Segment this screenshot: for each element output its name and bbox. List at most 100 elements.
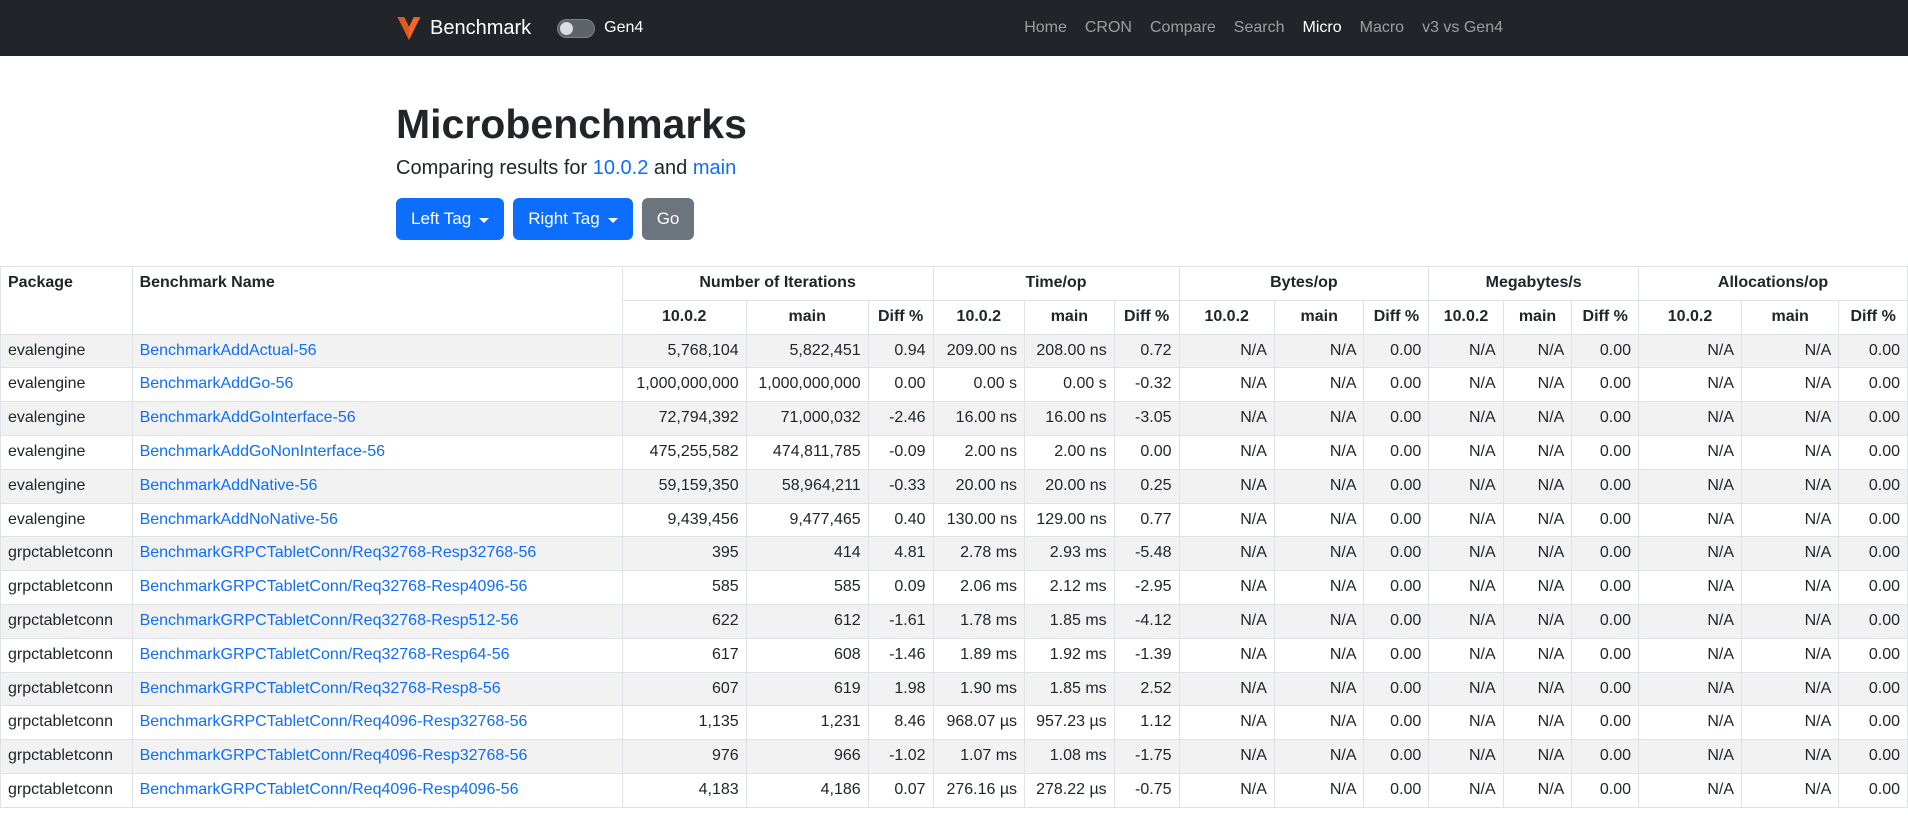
benchmark-link[interactable]: BenchmarkGRPCTabletConn/Req32768-Resp64-…	[140, 646, 510, 663]
value-cell: 622	[621, 603, 747, 639]
value-cell: N/A	[1502, 401, 1573, 436]
right-tag-dropdown-button[interactable]: Right Tag	[513, 198, 633, 240]
value-cell: N/A	[1178, 502, 1275, 538]
benchmark-link[interactable]: BenchmarkAddNative-56	[140, 477, 318, 494]
value-cell: 0.00	[1838, 637, 1908, 673]
value-cell: 0.00	[1363, 333, 1430, 369]
brand-link[interactable]: Benchmark	[396, 15, 531, 41]
benchmark-name-cell: BenchmarkGRPCTabletConn/Req4096-Resp3276…	[131, 739, 623, 774]
package-cell: evalengine	[0, 401, 133, 436]
value-cell: 2.00 ns	[932, 434, 1026, 470]
value-cell: 1.78 ms	[932, 603, 1026, 639]
value-cell: 5,768,104	[621, 333, 747, 369]
page-title: Microbenchmarks	[396, 101, 747, 147]
nav-link-v3-vs-gen4[interactable]: v3 vs Gen4	[1413, 11, 1512, 44]
nav-link-micro[interactable]: Micro	[1294, 11, 1351, 44]
value-cell: N/A	[1428, 434, 1504, 470]
table-body: evalengine BenchmarkAddActual-56 5,768,104…	[0, 333, 1908, 808]
value-cell: 2.52	[1113, 671, 1180, 707]
value-cell: N/A	[1428, 401, 1504, 436]
value-cell: N/A	[1428, 603, 1504, 639]
sub-header-0-2: Diff %	[867, 299, 934, 335]
value-cell: N/A	[1502, 468, 1573, 504]
value-cell: N/A	[1741, 772, 1840, 808]
value-cell: N/A	[1273, 739, 1365, 774]
table-row: grpctabletconn BenchmarkGRPCTabletConn/Re…	[0, 739, 1908, 774]
sub-header-1-1: main	[1024, 299, 1115, 335]
value-cell: N/A	[1741, 536, 1840, 572]
value-cell: 0.00	[1571, 434, 1640, 470]
value-cell: N/A	[1428, 671, 1504, 707]
value-cell: 0.00	[1571, 705, 1640, 741]
value-cell: 0.00	[1363, 401, 1430, 436]
table-row: evalengine BenchmarkAddGoNonInterface-56 4…	[0, 434, 1908, 470]
value-cell: 278.22 µs	[1024, 772, 1115, 808]
value-cell: 0.00	[1363, 468, 1430, 504]
value-cell: -1.39	[1113, 637, 1180, 673]
value-cell: N/A	[1741, 367, 1840, 403]
benchmark-link[interactable]: BenchmarkAddGoInterface-56	[140, 409, 356, 426]
value-cell: N/A	[1178, 570, 1275, 605]
nav-link-cron[interactable]: CRON	[1076, 11, 1141, 44]
value-cell: N/A	[1638, 637, 1743, 673]
table-row: grpctabletconn BenchmarkGRPCTabletConn/Re…	[0, 705, 1908, 741]
nav-link-macro[interactable]: Macro	[1351, 11, 1413, 44]
value-cell: -2.46	[867, 401, 934, 436]
value-cell: N/A	[1178, 401, 1275, 436]
table-row: grpctabletconn BenchmarkGRPCTabletConn/Re…	[0, 603, 1908, 639]
benchmark-link[interactable]: BenchmarkGRPCTabletConn/Req32768-Resp512…	[140, 612, 519, 629]
go-button[interactable]: Go	[641, 198, 695, 240]
package-cell: grpctabletconn	[0, 536, 133, 572]
value-cell: 0.00	[1838, 536, 1908, 572]
right-tag-link[interactable]: main	[693, 157, 736, 179]
benchmark-link[interactable]: BenchmarkAddGoNonInterface-56	[140, 443, 385, 460]
value-cell: -4.12	[1113, 603, 1180, 639]
vitess-logo-icon	[396, 15, 422, 41]
value-cell: 0.00	[1838, 367, 1908, 403]
value-cell: 0.00	[1571, 367, 1640, 403]
value-cell: 208.00 ns	[1024, 333, 1115, 369]
value-cell: 0.94	[867, 333, 934, 369]
benchmark-link[interactable]: BenchmarkAddNoNative-56	[140, 511, 338, 528]
nav-link-search[interactable]: Search	[1225, 11, 1294, 44]
nav-link-compare[interactable]: Compare	[1141, 11, 1225, 44]
benchmark-link[interactable]: BenchmarkGRPCTabletConn/Req32768-Resp327…	[140, 544, 537, 561]
value-cell: N/A	[1502, 536, 1573, 572]
value-cell: 129.00 ns	[1024, 502, 1115, 538]
benchmark-link[interactable]: BenchmarkGRPCTabletConn/Req4096-Resp3276…	[140, 747, 528, 764]
value-cell: N/A	[1638, 536, 1743, 572]
value-cell: 71,000,032	[745, 401, 869, 436]
value-cell: 0.00	[1571, 333, 1640, 369]
value-cell: N/A	[1741, 401, 1840, 436]
sub-header-1-2: Diff %	[1113, 299, 1180, 335]
benchmark-link[interactable]: BenchmarkGRPCTabletConn/Req32768-Resp409…	[140, 578, 528, 595]
gen4-toggle-label: Gen4	[604, 19, 644, 36]
package-cell: grpctabletconn	[0, 671, 133, 707]
left-tag-link[interactable]: 10.0.2	[593, 157, 649, 179]
value-cell: 0.00	[1838, 705, 1908, 741]
value-cell: N/A	[1273, 468, 1365, 504]
value-cell: -0.32	[1113, 367, 1180, 403]
value-cell: 0.00	[1363, 739, 1430, 774]
value-cell: N/A	[1638, 367, 1743, 403]
value-cell: 1.08 ms	[1024, 739, 1115, 774]
value-cell: 5,822,451	[745, 333, 869, 369]
value-cell: N/A	[1273, 637, 1365, 673]
benchmark-link[interactable]: BenchmarkGRPCTabletConn/Req32768-Resp8-5…	[140, 680, 501, 697]
benchmark-link[interactable]: BenchmarkAddActual-56	[140, 342, 317, 359]
value-cell: N/A	[1178, 536, 1275, 572]
benchmark-link[interactable]: BenchmarkAddGo-56	[140, 375, 294, 392]
value-cell: 0.00	[1363, 570, 1430, 605]
value-cell: 617	[621, 637, 747, 673]
value-cell: 0.00	[1571, 570, 1640, 605]
left-tag-dropdown-button[interactable]: Left Tag	[396, 198, 505, 240]
header-section: Microbenchmarks Comparing results for 10…	[384, 100, 1524, 240]
table-row: grpctabletconn BenchmarkGRPCTabletConn/Re…	[0, 570, 1908, 605]
benchmark-link[interactable]: BenchmarkGRPCTabletConn/Req4096-Resp4096…	[140, 781, 519, 798]
nav-link-home[interactable]: Home	[1015, 11, 1076, 44]
gen4-toggle[interactable]	[557, 18, 596, 38]
benchmark-link[interactable]: BenchmarkGRPCTabletConn/Req4096-Resp3276…	[140, 713, 528, 730]
value-cell: N/A	[1273, 367, 1365, 403]
value-cell: N/A	[1428, 705, 1504, 741]
chevron-down-icon	[607, 217, 618, 223]
